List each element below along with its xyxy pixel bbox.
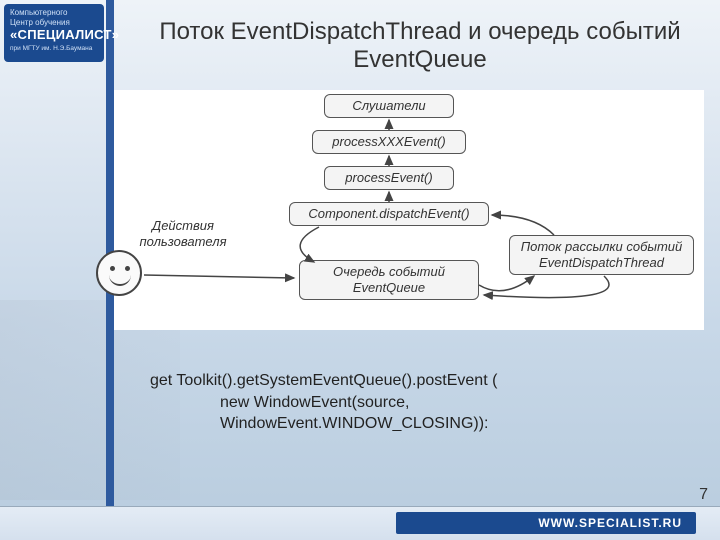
box-processEvent: processEvent() (324, 166, 454, 190)
logo: Компьютерного Центр обучения «СПЕЦИАЛИСТ… (4, 4, 104, 62)
diagram: Действия пользователя Слушатели processX… (114, 90, 704, 330)
code-line-1: get Toolkit().getSystemEventQueue().post… (150, 372, 497, 389)
logo-line2: Центр обучения (10, 18, 98, 28)
logo-line1: Компьютерного (10, 8, 98, 18)
logo-sub: при МГТУ им. Н.Э.Баумана (10, 45, 98, 53)
code-line-3: WindowEvent.WINDOW_CLOSING)): (150, 413, 497, 435)
box-listeners: Слушатели (324, 94, 454, 118)
smiley-icon (96, 250, 142, 296)
box-processXXX: processXXXEvent() (312, 130, 466, 154)
footer: WWW.SPECIALIST.RU (0, 506, 720, 540)
slide-title: Поток EventDispatchThread и очередь собы… (140, 18, 700, 74)
page-number: 7 (699, 486, 708, 504)
code-line-2: new WindowEvent(source, (150, 392, 497, 414)
logo-brand: «СПЕЦИАЛИСТ» (10, 27, 98, 43)
code-snippet: get Toolkit().getSystemEventQueue().post… (150, 370, 497, 435)
box-event-queue: Очередь событий EventQueue (299, 260, 479, 300)
footer-url: WWW.SPECIALIST.RU (396, 512, 696, 534)
user-actions-label: Действия пользователя (128, 218, 238, 249)
box-dispatch: Component.dispatchEvent() (289, 202, 489, 226)
box-dispatch-thread: Поток рассылки событий EventDispatchThre… (509, 235, 694, 275)
